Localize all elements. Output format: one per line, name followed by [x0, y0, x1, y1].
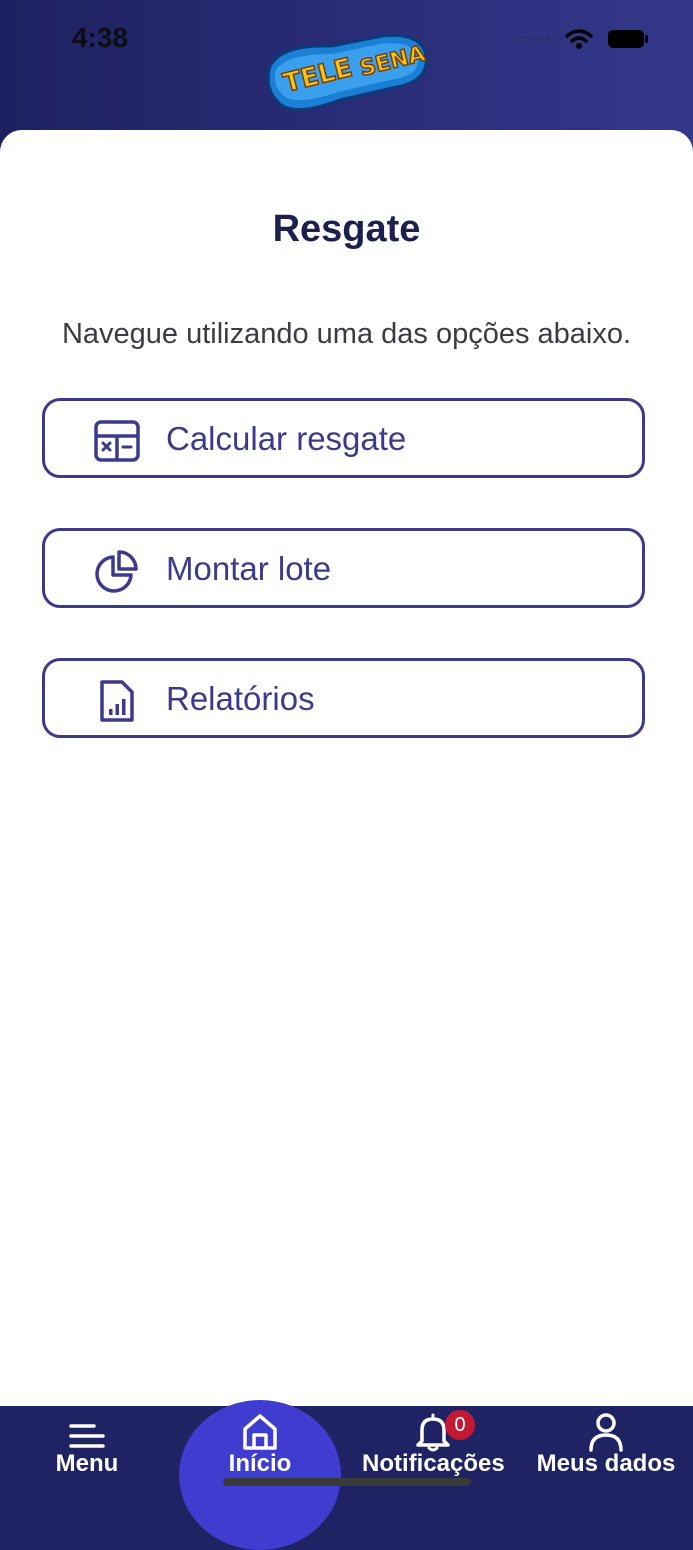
- report-document-icon: [100, 680, 134, 722]
- option-label: Montar lote: [166, 550, 332, 587]
- pie-chart-icon: [95, 550, 138, 593]
- wifi-icon: [565, 29, 593, 49]
- status-time: 4:38: [72, 22, 129, 53]
- main-card: Resgate Navegue utilizando uma das opçõe…: [0, 130, 693, 1406]
- notification-count-badge: 0: [445, 1410, 475, 1440]
- calcular-resgate-button[interactable]: Calcular resgate: [42, 398, 645, 478]
- battery-icon: [608, 30, 648, 48]
- tab-home-label: Início: [228, 1450, 292, 1477]
- tele-sena-logo: TELE SENA: [266, 33, 429, 112]
- status-icons: [517, 28, 649, 50]
- tab-my-data-label: Meus dados: [536, 1450, 676, 1477]
- option-label: Relatórios: [166, 680, 315, 717]
- montar-lote-button[interactable]: Montar lote: [42, 528, 645, 608]
- tab-notifications-label: Notificações: [362, 1450, 505, 1477]
- hamburger-menu-icon: [69, 1424, 105, 1448]
- relatorios-button[interactable]: Relatórios: [42, 658, 645, 738]
- tab-my-data[interactable]: Meus dados: [536, 1406, 676, 1500]
- tab-menu-label: Menu: [55, 1450, 119, 1477]
- calculator-icon: [94, 420, 140, 462]
- option-label: Calcular resgate: [166, 420, 407, 457]
- tab-menu[interactable]: Menu: [22, 1406, 152, 1500]
- page-title: Resgate: [272, 208, 421, 250]
- signal-dots-icon: [518, 36, 551, 42]
- home-indicator: [223, 1478, 471, 1486]
- page-subtitle: Navegue utilizando uma das opções abaixo…: [61, 318, 632, 350]
- home-icon: [243, 1414, 277, 1450]
- user-profile-icon: [589, 1413, 623, 1452]
